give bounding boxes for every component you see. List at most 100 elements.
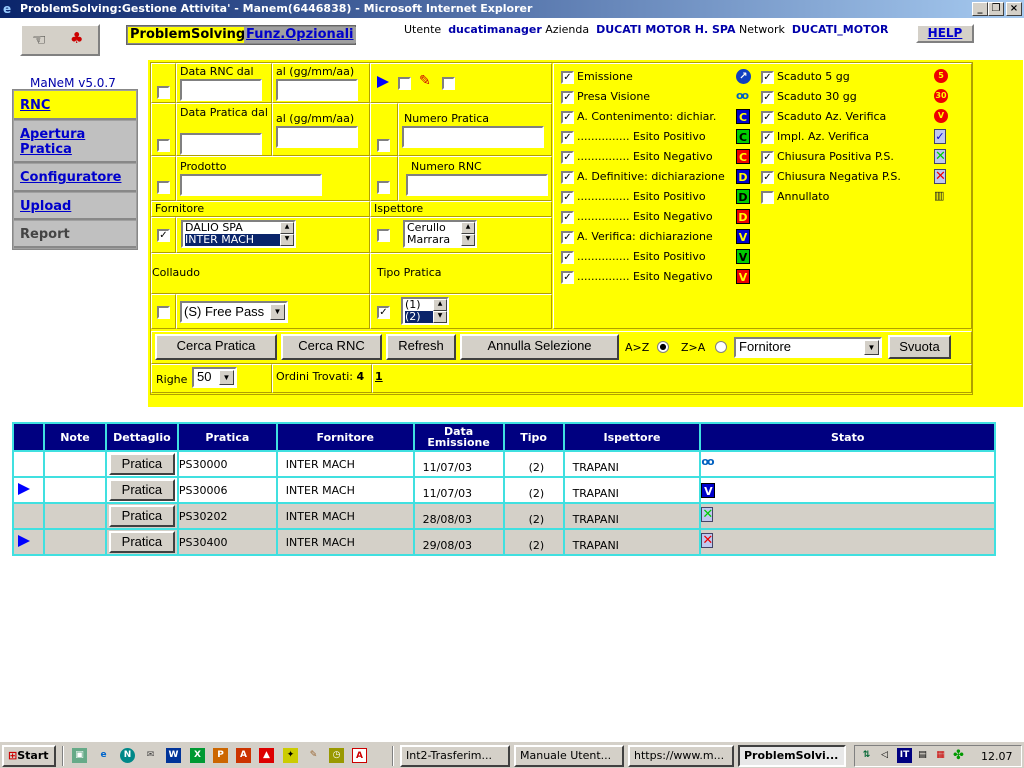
pointing-hand-icon[interactable]: ☜	[32, 30, 46, 49]
sidebar-item-upload[interactable]: Upload	[14, 193, 136, 220]
fornitore-scrollbar[interactable]: ▲ ▼	[280, 222, 294, 246]
tab-funz-opzionali[interactable]: Funz.Opzionali	[244, 27, 356, 43]
table-row[interactable]: Pratica PS30006 INTER MACH 11/07/03 (2) TRAPA…	[12, 476, 996, 504]
quicklaunch-car-icon[interactable]: ▲	[259, 748, 274, 763]
sidebar-link-rnc[interactable]: RNC	[20, 98, 50, 113]
status-checkbox[interactable]: ✓	[761, 150, 774, 164]
page-link-1[interactable]: 1	[375, 370, 383, 383]
column-header[interactable]: Tipo	[502, 422, 565, 452]
status-checkbox[interactable]: ✓	[561, 110, 574, 124]
collaudo-checkbox[interactable]	[157, 306, 170, 319]
status-filter-item[interactable]: ✓ Chiusura Negativa P.S.	[761, 170, 901, 186]
fornitore-listbox[interactable]: DALIO SPA INTER MACH ▲ ▼	[181, 220, 296, 248]
task-button-problemsolving[interactable]: ProblemSolvi...	[738, 745, 846, 767]
tipo-pratica-checkbox[interactable]: ✓	[377, 306, 390, 319]
fornitore-option-selected[interactable]: INTER MACH	[185, 234, 294, 246]
column-header[interactable]: Note	[42, 422, 107, 452]
sort-za-radio[interactable]	[715, 341, 727, 353]
status-checkbox[interactable]	[761, 190, 774, 204]
status-checkbox[interactable]: ✓	[761, 90, 774, 104]
status-checkbox[interactable]: ✓	[761, 70, 774, 84]
table-row[interactable]: Pratica PS30000 INTER MACH 11/07/03 (2) TRAPA…	[12, 450, 996, 478]
tipo-scrollbar[interactable]: ▲ ▼	[433, 299, 447, 323]
status-filter-item[interactable]: ✓ Scaduto Az. Verifica	[761, 110, 886, 126]
pratica-button[interactable]: Pratica	[108, 505, 175, 527]
status-checkbox[interactable]: ✓	[561, 190, 574, 204]
status-checkbox[interactable]: ✓	[761, 170, 774, 184]
status-checkbox[interactable]: ✓	[561, 210, 574, 224]
status-checkbox[interactable]: ✓	[561, 250, 574, 264]
annulla-selezione-button[interactable]: Annulla Selezione	[460, 334, 619, 360]
column-header[interactable]: Dettaglio	[104, 422, 179, 452]
status-filter-item[interactable]: ✓............... Esito Negativo	[561, 270, 713, 286]
sidebar-link-configuratore[interactable]: Configuratore	[20, 170, 121, 185]
status-filter-item[interactable]: ✓............... Esito Negativo	[561, 210, 713, 226]
minimize-button[interactable]: _	[972, 2, 988, 16]
tray-language-icon[interactable]: IT	[897, 748, 912, 763]
fornitore-checkbox[interactable]: ✓	[157, 229, 170, 242]
column-header[interactable]: Pratica	[176, 422, 278, 452]
data-rnc-from-input[interactable]	[180, 79, 262, 101]
status-checkbox[interactable]: ✓	[561, 150, 574, 164]
chevron-down-icon[interactable]: ▼	[219, 370, 234, 385]
quicklaunch-paint-icon[interactable]: ✎	[306, 748, 321, 763]
status-checkbox[interactable]: ✓	[561, 170, 574, 184]
start-button[interactable]: ⊞Start	[2, 745, 56, 767]
svuota-button[interactable]: Svuota	[888, 335, 951, 359]
pratica-button[interactable]: Pratica	[108, 479, 175, 501]
pratica-button[interactable]: Pratica	[108, 453, 175, 475]
refresh-button[interactable]: Refresh	[386, 334, 456, 360]
prodotto-checkbox[interactable]	[157, 181, 170, 194]
tray-app-icon[interactable]: ▦	[933, 748, 948, 763]
status-filter-item[interactable]: ✓ A. Contenimento: dichiar.	[561, 110, 716, 126]
prodotto-input[interactable]	[180, 174, 322, 196]
status-filter-item[interactable]: ✓ A. Verifica: dichiarazione	[561, 230, 713, 246]
collaudo-select[interactable]: (S) Free Pass ▼	[180, 301, 288, 323]
numero-rnc-input[interactable]	[406, 174, 548, 196]
status-checkbox[interactable]: ✓	[561, 90, 574, 104]
tipo-pratica-listbox[interactable]: (1) (2) ▲ ▼	[401, 297, 449, 325]
quicklaunch-netscape-icon[interactable]: N	[120, 748, 135, 763]
status-checkbox[interactable]: ✓	[761, 110, 774, 124]
column-header[interactable]: Data Emissione	[412, 422, 505, 452]
table-row[interactable]: Pratica PS30202 INTER MACH 28/08/03 (2) TRAPA…	[12, 502, 996, 530]
table-row[interactable]: Pratica PS30400 INTER MACH 29/08/03 (2) TRAPA…	[12, 528, 996, 556]
data-rnc-to-input[interactable]	[276, 79, 358, 101]
data-pratica-to-input[interactable]	[276, 126, 358, 148]
data-pratica-from-input[interactable]	[180, 133, 262, 155]
status-checkbox[interactable]: ✓	[561, 230, 574, 244]
status-filter-item[interactable]: ✓ Presa Visione	[561, 90, 650, 106]
cerca-pratica-button[interactable]: Cerca Pratica	[155, 334, 277, 360]
task-button-int2[interactable]: Int2-Trasferim...	[400, 745, 510, 767]
quicklaunch-powerpoint-icon[interactable]: P	[213, 748, 228, 763]
status-filter-item[interactable]: ✓............... Esito Positivo	[561, 130, 706, 146]
data-rnc-checkbox[interactable]	[157, 86, 170, 99]
sidebar-link-upload[interactable]: Upload	[20, 199, 71, 214]
status-filter-item[interactable]: ✓ Chiusura Positiva P.S.	[761, 150, 894, 166]
note-checkbox[interactable]	[442, 77, 455, 90]
numero-pratica-input[interactable]	[402, 126, 544, 148]
close-button[interactable]: ×	[1006, 2, 1022, 16]
tray-computer-icon[interactable]: ▤	[915, 748, 930, 763]
chevron-down-icon[interactable]: ▼	[270, 304, 285, 320]
status-checkbox[interactable]: ✓	[561, 270, 574, 284]
column-header[interactable]: Ispettore	[562, 422, 702, 452]
tray-clover-icon[interactable]: ✤	[951, 748, 966, 763]
quicklaunch-pdf-icon[interactable]: A	[352, 748, 367, 763]
help-button[interactable]: HELP	[916, 24, 974, 43]
ispettore-listbox[interactable]: Cerullo Marrara ▲ ▼	[403, 220, 477, 248]
ispettore-scrollbar[interactable]: ▲ ▼	[461, 222, 475, 246]
pratica-button[interactable]: Pratica	[108, 531, 175, 553]
tipo-option-selected[interactable]: (2)	[405, 311, 435, 323]
righe-select[interactable]: 50 ▼	[192, 367, 237, 388]
sidebar-item-configuratore[interactable]: Configuratore	[14, 164, 136, 192]
sidebar-item-apertura-pratica[interactable]: Apertura Pratica	[14, 121, 136, 163]
status-filter-item[interactable]: ✓ Impl. Az. Verifica	[761, 130, 869, 146]
maximize-button[interactable]: ❐	[988, 2, 1004, 16]
sort-field-select[interactable]: Fornitore ▼	[734, 337, 882, 358]
sort-az-radio[interactable]: ●	[657, 341, 669, 353]
data-pratica-checkbox[interactable]	[157, 139, 170, 152]
column-header[interactable]	[12, 422, 45, 452]
tray-volume-icon[interactable]: ◁	[877, 748, 892, 763]
quicklaunch-excel-icon[interactable]: X	[190, 748, 205, 763]
